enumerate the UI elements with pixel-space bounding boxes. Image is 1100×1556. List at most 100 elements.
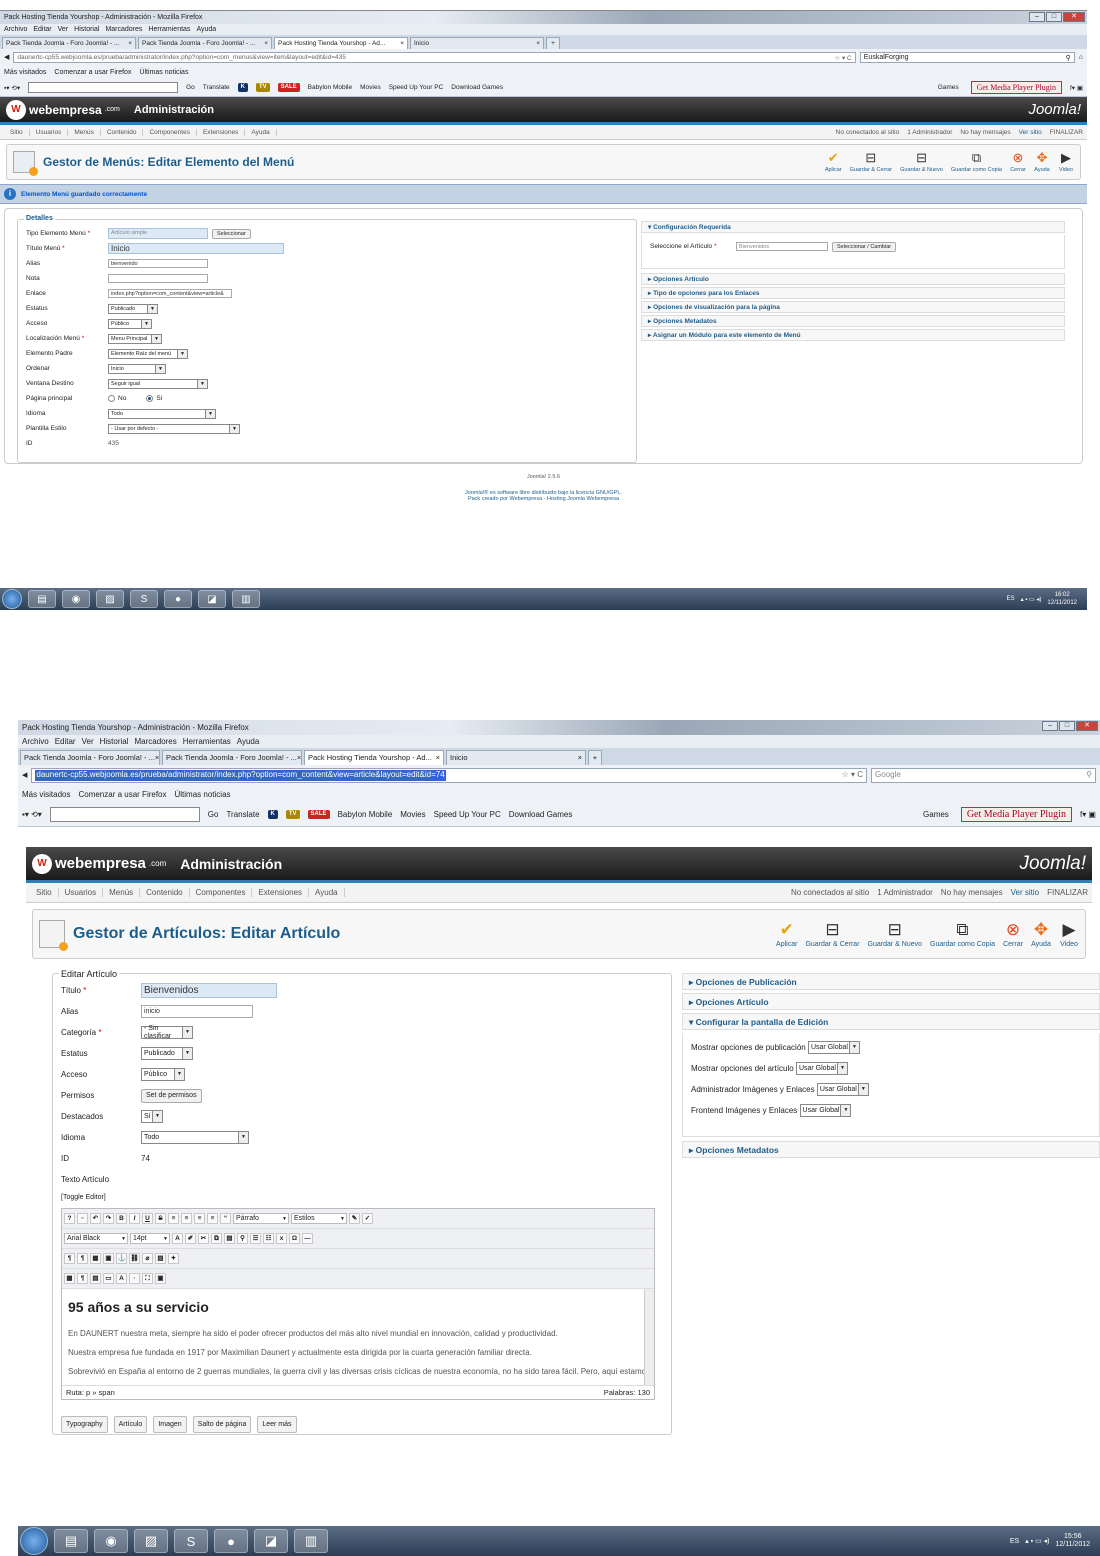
featured-select[interactable]: Sí bbox=[141, 1110, 163, 1123]
get-media-player-button[interactable]: Get Media Player Plugin bbox=[960, 807, 1072, 822]
word-icon[interactable]: ▥ bbox=[294, 1529, 328, 1553]
save-close-button[interactable]: ⊟ Guardar & Cerrar bbox=[850, 151, 893, 174]
folder-icon[interactable]: ▨ bbox=[96, 590, 124, 608]
image-icon[interactable]: ▨ bbox=[155, 1253, 166, 1264]
font-select[interactable]: Arial Black bbox=[64, 1233, 128, 1244]
jmenu-sitio[interactable]: Sitio bbox=[30, 888, 59, 897]
games-link[interactable]: Games bbox=[938, 84, 959, 91]
option-select[interactable]: Usar Global bbox=[799, 1104, 852, 1117]
translate-button[interactable]: Translate bbox=[203, 84, 230, 91]
tray-icons[interactable]: ▴ ▪ ▭ ◂) bbox=[1025, 1537, 1049, 1545]
alias-input[interactable]: bienvenido bbox=[108, 259, 208, 268]
jmenu-usuarios[interactable]: Usuarios bbox=[59, 888, 104, 897]
close-tab-icon[interactable]: × bbox=[155, 753, 159, 763]
language-select[interactable]: Todo bbox=[108, 408, 216, 419]
ltr-icon[interactable]: ¶ bbox=[64, 1253, 75, 1264]
save-copy-button[interactable]: ⧉ Guardar como Copia bbox=[930, 920, 995, 948]
media-icon[interactable]: ▣ bbox=[103, 1253, 114, 1264]
folder-icon[interactable]: ▨ bbox=[134, 1529, 168, 1553]
jmenu-extensiones[interactable]: Extensiones bbox=[252, 888, 310, 897]
read-more-button[interactable]: Leer más bbox=[257, 1416, 297, 1433]
menu-ver[interactable]: Ver bbox=[82, 737, 94, 746]
link-icon[interactable]: ⛓ bbox=[129, 1253, 140, 1264]
status-messages[interactable]: No hay mensajes bbox=[960, 129, 1010, 136]
bookmark-item[interactable]: Comenzar a usar Firefox bbox=[78, 790, 166, 799]
blockquote-icon[interactable]: “ bbox=[220, 1213, 231, 1224]
help-button[interactable]: ✥ Ayuda bbox=[1031, 920, 1051, 948]
jmenu-contenido[interactable]: Contenido bbox=[101, 128, 144, 136]
footer-credits[interactable]: Pack creado por Webempresa - Hosting Joo… bbox=[0, 496, 1087, 502]
panel-required-config[interactable]: ▾ Configuración Requerida bbox=[641, 221, 1065, 233]
anchor-icon[interactable]: ⚓ bbox=[116, 1253, 127, 1264]
panel-metadata[interactable]: ▸ Opciones Metadatos bbox=[641, 315, 1065, 327]
code-icon[interactable]: ✓ bbox=[362, 1213, 373, 1224]
bold-icon[interactable]: B bbox=[116, 1213, 127, 1224]
option-select[interactable]: Usar Global bbox=[816, 1083, 869, 1096]
app-icon[interactable]: ◪ bbox=[198, 590, 226, 608]
undo-icon[interactable]: ↶ bbox=[90, 1213, 101, 1224]
panel-metadata[interactable]: ▸ Opciones Metadatos bbox=[682, 1141, 1100, 1158]
menu-herramientas[interactable]: Herramientas bbox=[148, 26, 190, 33]
redo-icon[interactable]: ↷ bbox=[103, 1213, 114, 1224]
spellcheck-icon[interactable]: A bbox=[116, 1273, 127, 1284]
close-tab-icon[interactable]: × bbox=[264, 40, 268, 47]
browser-tab[interactable]: Pack Tienda Joomla - Foro Joomla! - ... × bbox=[20, 750, 160, 765]
explorer-icon[interactable]: ▤ bbox=[28, 590, 56, 608]
search-icon[interactable]: ⚲ bbox=[1066, 54, 1071, 62]
language-select[interactable]: Todo bbox=[141, 1131, 249, 1144]
close-button[interactable]: ⊗ Cerrar bbox=[1003, 920, 1023, 948]
strike-icon[interactable]: S bbox=[155, 1213, 166, 1224]
home-no-radio[interactable]: No bbox=[108, 395, 126, 402]
movies-link[interactable]: Movies bbox=[360, 84, 381, 91]
paste-icon[interactable]: ▤ bbox=[224, 1233, 235, 1244]
status-messages[interactable]: No hay mensajes bbox=[941, 888, 1003, 897]
option-select[interactable]: Usar Global bbox=[795, 1062, 848, 1075]
video-button[interactable]: ▶ Video bbox=[1059, 920, 1079, 948]
menu-herramientas[interactable]: Herramientas bbox=[183, 737, 231, 746]
firefox-icon[interactable]: ● bbox=[164, 590, 192, 608]
save-copy-button[interactable]: ⧉ Guardar como Copia bbox=[951, 151, 1002, 174]
alias-input[interactable]: inicio bbox=[141, 1005, 253, 1018]
typography-button[interactable]: Typography bbox=[61, 1416, 108, 1433]
flag-icon[interactable]: ▪▾ ⟲▾ bbox=[4, 84, 20, 92]
size-select[interactable]: 14pt bbox=[130, 1233, 170, 1244]
close-tab-icon[interactable]: × bbox=[297, 753, 301, 763]
maximize-button[interactable]: □ bbox=[1046, 12, 1062, 22]
justify-icon[interactable]: ≡ bbox=[207, 1213, 218, 1224]
minimize-button[interactable]: – bbox=[1042, 721, 1058, 731]
jmenu-menus[interactable]: Menús bbox=[103, 888, 141, 897]
menu-historial[interactable]: Historial bbox=[74, 26, 99, 33]
panel-module-assignment[interactable]: ▸ Asignar un Módulo para este elemento d… bbox=[641, 329, 1065, 341]
save-new-button[interactable]: ⊟ Guardar & Nuevo bbox=[900, 151, 943, 174]
bookmark-item[interactable]: Más visitados bbox=[4, 69, 46, 76]
go-button[interactable]: Go bbox=[208, 810, 219, 819]
option-select[interactable]: Usar Global bbox=[807, 1041, 860, 1054]
jmenu-extensiones[interactable]: Extensiones bbox=[197, 128, 246, 136]
jmenu-menus[interactable]: Menús bbox=[68, 128, 101, 136]
align-right-icon[interactable]: ≡ bbox=[194, 1213, 205, 1224]
url-field[interactable]: daunertc-cp55.webjoomla.es/prueba/admini… bbox=[13, 51, 856, 63]
menu-title-input[interactable]: Inicio bbox=[108, 243, 284, 254]
status-select[interactable]: Publicado bbox=[141, 1047, 193, 1060]
select-change-button[interactable]: Seleccionar / Cambiar bbox=[832, 241, 897, 252]
fullscreen-icon[interactable]: ⛶ bbox=[142, 1273, 153, 1284]
view-site-link[interactable]: Ver sitio bbox=[1019, 129, 1042, 136]
home-icon[interactable]: ⌂ bbox=[1079, 54, 1083, 61]
menu-archivo[interactable]: Archivo bbox=[4, 26, 27, 33]
toolbar-search-input[interactable] bbox=[28, 82, 179, 93]
speedup-link[interactable]: Speed Up Your PC bbox=[434, 810, 501, 819]
star-icon[interactable]: ☆ ▾ C bbox=[842, 770, 863, 781]
close-tab-icon[interactable]: × bbox=[536, 40, 540, 47]
facebook-icon[interactable]: f▾ ▣ bbox=[1080, 810, 1096, 819]
target-window-select[interactable]: Seguir igual bbox=[108, 378, 208, 389]
start-button[interactable] bbox=[2, 589, 22, 609]
skype-icon[interactable]: S bbox=[174, 1529, 208, 1553]
select-type-button[interactable]: Seleccionar bbox=[212, 228, 251, 239]
underline-icon[interactable]: U bbox=[142, 1213, 153, 1224]
back-icon[interactable]: ◀ bbox=[22, 771, 27, 779]
apply-button[interactable]: ✔ Aplicar bbox=[825, 151, 842, 174]
browser-tab-active[interactable]: Pack Hosting Tienda Yourshop - Ad... × bbox=[274, 37, 408, 49]
preview-icon[interactable]: ▭ bbox=[103, 1273, 114, 1284]
browser-tab[interactable]: Pack Tienda Joomla - Foro Joomla! - ... × bbox=[138, 37, 272, 49]
language-indicator[interactable]: ES bbox=[1007, 596, 1015, 602]
